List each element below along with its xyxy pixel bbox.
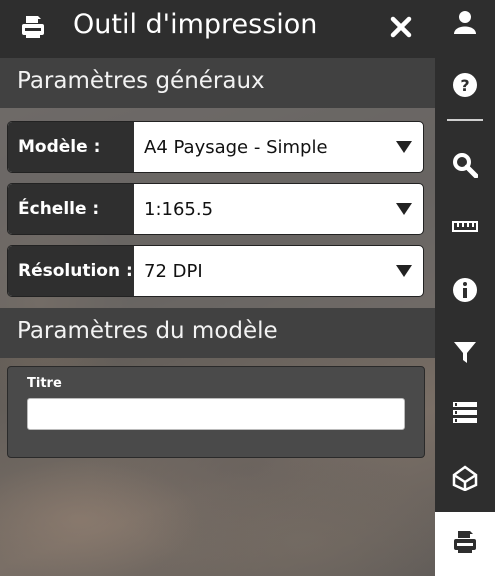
- title-field-label: Titre: [27, 376, 62, 391]
- tool-filter[interactable]: [435, 322, 495, 382]
- panel-title: Outil d'impression: [73, 9, 318, 40]
- tool-layers-list[interactable]: [435, 382, 495, 442]
- general-settings-body: Modèle : A4 Paysage - Simple Échelle : 1…: [0, 108, 435, 308]
- model-value[interactable]: A4 Paysage - Simple: [134, 122, 423, 172]
- close-icon[interactable]: [388, 14, 414, 40]
- scale-value[interactable]: 1:165.5: [134, 184, 423, 234]
- scale-label: Échelle :: [8, 184, 134, 234]
- model-settings-header: Paramètres du modèle: [0, 308, 435, 358]
- tool-user[interactable]: [435, 0, 495, 52]
- svg-text:?: ?: [460, 76, 469, 95]
- measure-icon: [452, 221, 478, 232]
- filter-icon: [454, 342, 476, 363]
- general-settings-header: Paramètres généraux: [0, 58, 435, 108]
- tool-measure[interactable]: [435, 196, 495, 256]
- map-switch-icon: [452, 465, 478, 491]
- tool-search[interactable]: [435, 135, 495, 195]
- panel-title-bar: Outil d'impression: [0, 0, 435, 58]
- tool-print[interactable]: [435, 512, 495, 576]
- search-icon: [453, 153, 478, 178]
- chevron-down-icon[interactable]: [396, 141, 412, 153]
- model-label: Modèle :: [8, 122, 134, 172]
- title-input[interactable]: [27, 398, 405, 430]
- scale-select[interactable]: Échelle : 1:165.5: [7, 183, 424, 235]
- model-select[interactable]: Modèle : A4 Paysage - Simple: [7, 121, 424, 173]
- chevron-down-icon[interactable]: [396, 265, 412, 277]
- tool-help[interactable]: ?: [435, 55, 495, 115]
- resolution-value[interactable]: 72 DPI: [134, 246, 423, 296]
- help-icon: ?: [453, 73, 477, 97]
- general-settings-heading: Paramètres généraux: [17, 68, 265, 94]
- printer-icon: [22, 16, 44, 38]
- right-toolbar: ?: [435, 0, 495, 576]
- printer-icon: [454, 531, 476, 553]
- user-icon: [454, 11, 476, 34]
- model-settings-box: Titre: [7, 366, 425, 458]
- model-settings-heading: Paramètres du modèle: [17, 318, 278, 344]
- tool-info[interactable]: [435, 260, 495, 320]
- toolbar-divider: [447, 119, 483, 121]
- info-icon: [453, 278, 477, 302]
- tool-map-switch[interactable]: [435, 448, 495, 508]
- chevron-down-icon[interactable]: [396, 203, 412, 215]
- resolution-select[interactable]: Résolution : 72 DPI: [7, 245, 424, 297]
- layers-list-icon: [453, 402, 477, 423]
- print-tool-panel: Outil d'impression Paramètres généraux M…: [0, 0, 435, 460]
- resolution-label: Résolution :: [8, 246, 134, 296]
